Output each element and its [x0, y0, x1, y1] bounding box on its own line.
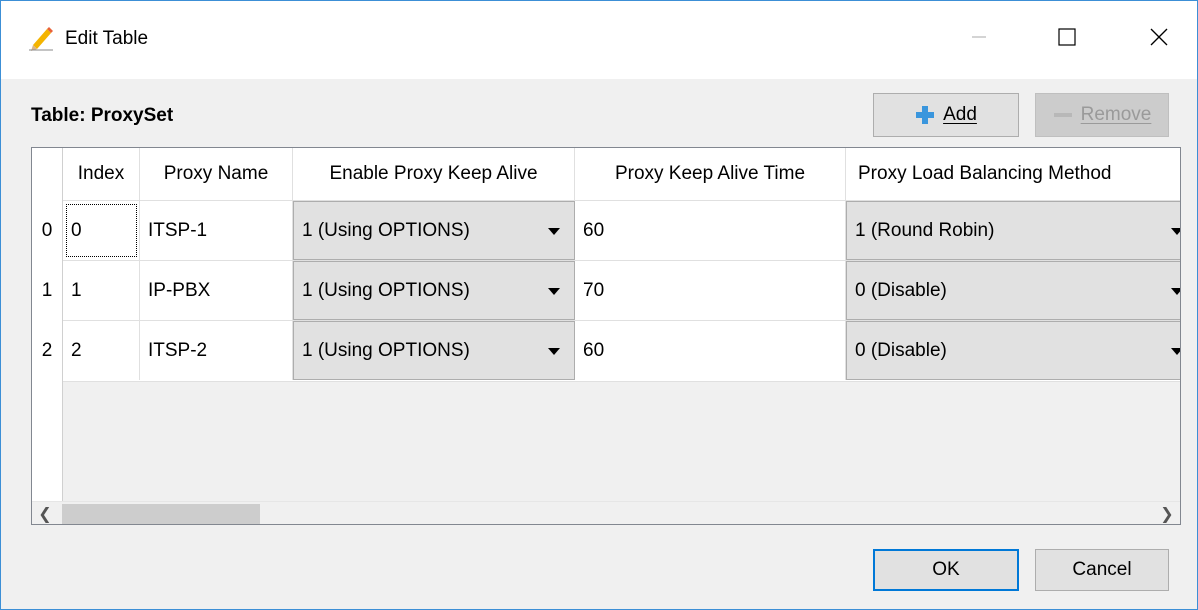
- keep-alive-value: 1 (Using OPTIONS): [302, 339, 470, 361]
- minimize-icon: [972, 36, 986, 38]
- row-number: 1: [41, 279, 53, 301]
- edit-table-dialog: Edit Table Table: ProxySet Add Remove In…: [0, 0, 1198, 610]
- remove-button[interactable]: Remove: [1035, 93, 1169, 137]
- row-number: 2: [41, 339, 53, 361]
- maximize-icon: [1058, 28, 1076, 46]
- load-balancing-value: 1 (Round Robin): [855, 219, 995, 241]
- scroll-right-icon[interactable]: ❯: [1158, 505, 1176, 523]
- load-balancing-dropdown[interactable]: 0 (Disable): [846, 261, 1180, 320]
- load-balancing-dropdown[interactable]: 1 (Round Robin): [846, 201, 1180, 260]
- keep-alive-dropdown[interactable]: 1 (Using OPTIONS): [293, 201, 575, 260]
- keep-alive-value: 1 (Using OPTIONS): [302, 219, 470, 241]
- cancel-button[interactable]: Cancel: [1035, 549, 1169, 591]
- scrollbar-thumb[interactable]: [62, 504, 260, 524]
- load-balancing-value: 0 (Disable): [855, 279, 947, 301]
- load-balancing-dropdown[interactable]: 0 (Disable): [846, 321, 1180, 380]
- dropdown-arrow-icon: [548, 348, 560, 355]
- column-header-keep-alive-time[interactable]: Proxy Keep Alive Time: [575, 148, 846, 200]
- close-icon: [1150, 28, 1168, 46]
- table-label: Table: ProxySet: [31, 105, 174, 126]
- minimize-button[interactable]: [951, 15, 1007, 59]
- load-balancing-value: 0 (Disable): [855, 339, 947, 361]
- column-header-row: Index Proxy Name Enable Proxy Keep Alive…: [63, 148, 1180, 200]
- plus-icon: [916, 106, 935, 124]
- column-header-proxy-name[interactable]: Proxy Name: [140, 148, 293, 200]
- keep-alive-dropdown[interactable]: 1 (Using OPTIONS): [293, 261, 575, 320]
- dropdown-arrow-icon: [548, 228, 560, 235]
- proxy-set-table[interactable]: Index Proxy Name Enable Proxy Keep Alive…: [31, 147, 1181, 525]
- close-button[interactable]: [1131, 15, 1187, 59]
- minus-icon: [1053, 113, 1072, 117]
- column-header-enable-keep-alive[interactable]: Enable Proxy Keep Alive: [293, 148, 575, 200]
- table-row[interactable]: 1 1 IP-PBX 1 (Using OPTIONS) 70 0 (Disab…: [42, 260, 1180, 321]
- add-button-label: Add: [943, 104, 977, 125]
- cancel-button-label: Cancel: [1072, 559, 1132, 580]
- dropdown-arrow-icon: [548, 288, 560, 295]
- index-cell[interactable]: 1: [63, 261, 140, 320]
- proxy-name-cell[interactable]: ITSP-1: [140, 201, 293, 260]
- keep-alive-value: 1 (Using OPTIONS): [302, 279, 470, 301]
- dropdown-arrow-icon: [1171, 348, 1180, 355]
- title-bar[interactable]: Edit Table: [1, 1, 1197, 79]
- row-number: 0: [41, 219, 53, 241]
- dropdown-arrow-icon: [1171, 288, 1180, 295]
- horizontal-scrollbar[interactable]: ❮ ❯: [32, 501, 1180, 524]
- maximize-button[interactable]: [1039, 15, 1095, 59]
- column-header-index[interactable]: Index: [63, 148, 140, 200]
- keep-alive-time-cell[interactable]: 60: [575, 321, 846, 380]
- keep-alive-time-cell[interactable]: 70: [575, 261, 846, 320]
- ok-button-label: OK: [932, 559, 960, 580]
- proxy-name-cell[interactable]: ITSP-2: [140, 321, 293, 380]
- scroll-left-icon[interactable]: ❮: [36, 505, 54, 523]
- index-cell[interactable]: 0: [63, 201, 140, 260]
- dropdown-arrow-icon: [1171, 228, 1180, 235]
- remove-button-label: Remove: [1080, 104, 1152, 125]
- index-cell[interactable]: 2: [63, 321, 140, 380]
- window-title: Edit Table: [65, 28, 149, 49]
- proxy-name-cell[interactable]: IP-PBX: [140, 261, 293, 320]
- keep-alive-dropdown[interactable]: 1 (Using OPTIONS): [293, 321, 575, 380]
- table-row[interactable]: 2 2 ITSP-2 1 (Using OPTIONS) 60 0 (Disab…: [42, 320, 1180, 382]
- table-row[interactable]: 0 0 ITSP-1 1 (Using OPTIONS) 60 1 (Round…: [42, 200, 1180, 261]
- add-button[interactable]: Add: [873, 93, 1019, 137]
- column-header-load-balancing[interactable]: Proxy Load Balancing Method: [846, 148, 1180, 200]
- ok-button[interactable]: OK: [873, 549, 1019, 591]
- pencil-icon: [29, 27, 53, 51]
- keep-alive-time-cell[interactable]: 60: [575, 201, 846, 260]
